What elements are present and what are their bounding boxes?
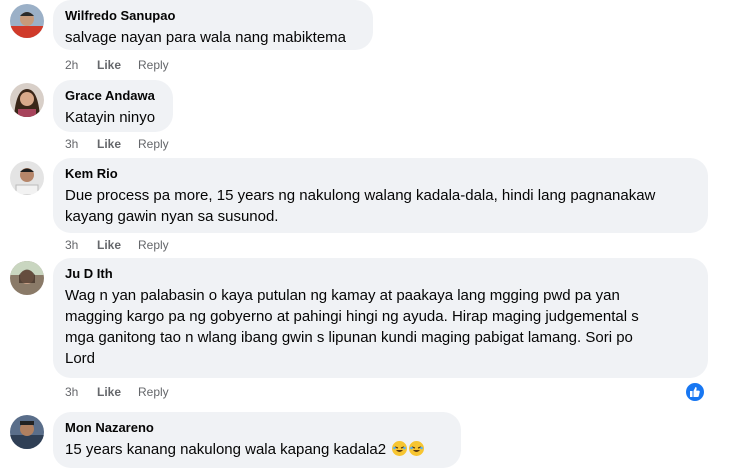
avatar-photo-icon: [10, 83, 44, 117]
comment-time[interactable]: 3h: [65, 137, 78, 151]
thumbs-up-icon: [690, 387, 700, 397]
avatar-photo-icon: [10, 4, 44, 38]
comment-author[interactable]: Wilfredo Sanupao: [65, 7, 361, 24]
comment-text: 15 years kanang nakulong wala kapang kad…: [65, 439, 449, 460]
comment-bubble: Kem Rio Due process pa more, 15 years ng…: [53, 158, 708, 233]
comment-author[interactable]: Kem Rio: [65, 165, 696, 182]
reply-button[interactable]: Reply: [138, 58, 169, 72]
avatar-photo-icon: [10, 261, 44, 295]
avatar-photo-icon: [10, 161, 44, 195]
comment-author[interactable]: Ju D Ith: [65, 265, 696, 282]
comment-bubble: Ju D Ith Wag n yan palabasin o kaya putu…: [53, 258, 708, 378]
comment-bubble: Grace Andawa Katayin ninyo: [53, 80, 173, 132]
comment-author[interactable]: Mon Nazareno: [65, 419, 449, 436]
comment-bubble: Mon Nazareno 15 years kanang nakulong wa…: [53, 412, 461, 468]
comment-time[interactable]: 3h: [65, 238, 78, 252]
comment-text: Due process pa more, 15 years ng nakulon…: [65, 187, 656, 225]
like-button[interactable]: Like: [97, 238, 121, 252]
comment-text: salvage nayan para wala nang mabiktema: [65, 29, 347, 46]
reply-button[interactable]: Reply: [138, 238, 169, 252]
reply-button[interactable]: Reply: [138, 137, 169, 151]
reply-button[interactable]: Reply: [138, 385, 169, 399]
rolling-laughing-emoji-icon: [409, 441, 425, 456]
rolling-laughing-emoji-icon: [392, 441, 408, 456]
like-button[interactable]: Like: [97, 137, 121, 151]
comment-text: Katayin ninyo: [65, 109, 156, 126]
avatar[interactable]: [10, 261, 44, 295]
comment-author[interactable]: Grace Andawa: [65, 87, 161, 104]
avatar[interactable]: [10, 83, 44, 117]
comment-time[interactable]: 3h: [65, 385, 78, 399]
avatar-photo-icon: [10, 415, 44, 449]
like-button[interactable]: Like: [97, 385, 121, 399]
like-reaction-icon[interactable]: [684, 381, 706, 403]
comment-bubble: Wilfredo Sanupao salvage nayan para wala…: [53, 0, 373, 50]
like-button[interactable]: Like: [97, 58, 121, 72]
comment-text: Wag n yan palabasin o kaya putulan ng ka…: [65, 287, 639, 367]
avatar[interactable]: [10, 161, 44, 195]
avatar[interactable]: [10, 4, 44, 38]
comment-time[interactable]: 2h: [65, 58, 78, 72]
avatar[interactable]: [10, 415, 44, 449]
comment-text-content: 15 years kanang nakulong wala kapang kad…: [65, 441, 387, 458]
